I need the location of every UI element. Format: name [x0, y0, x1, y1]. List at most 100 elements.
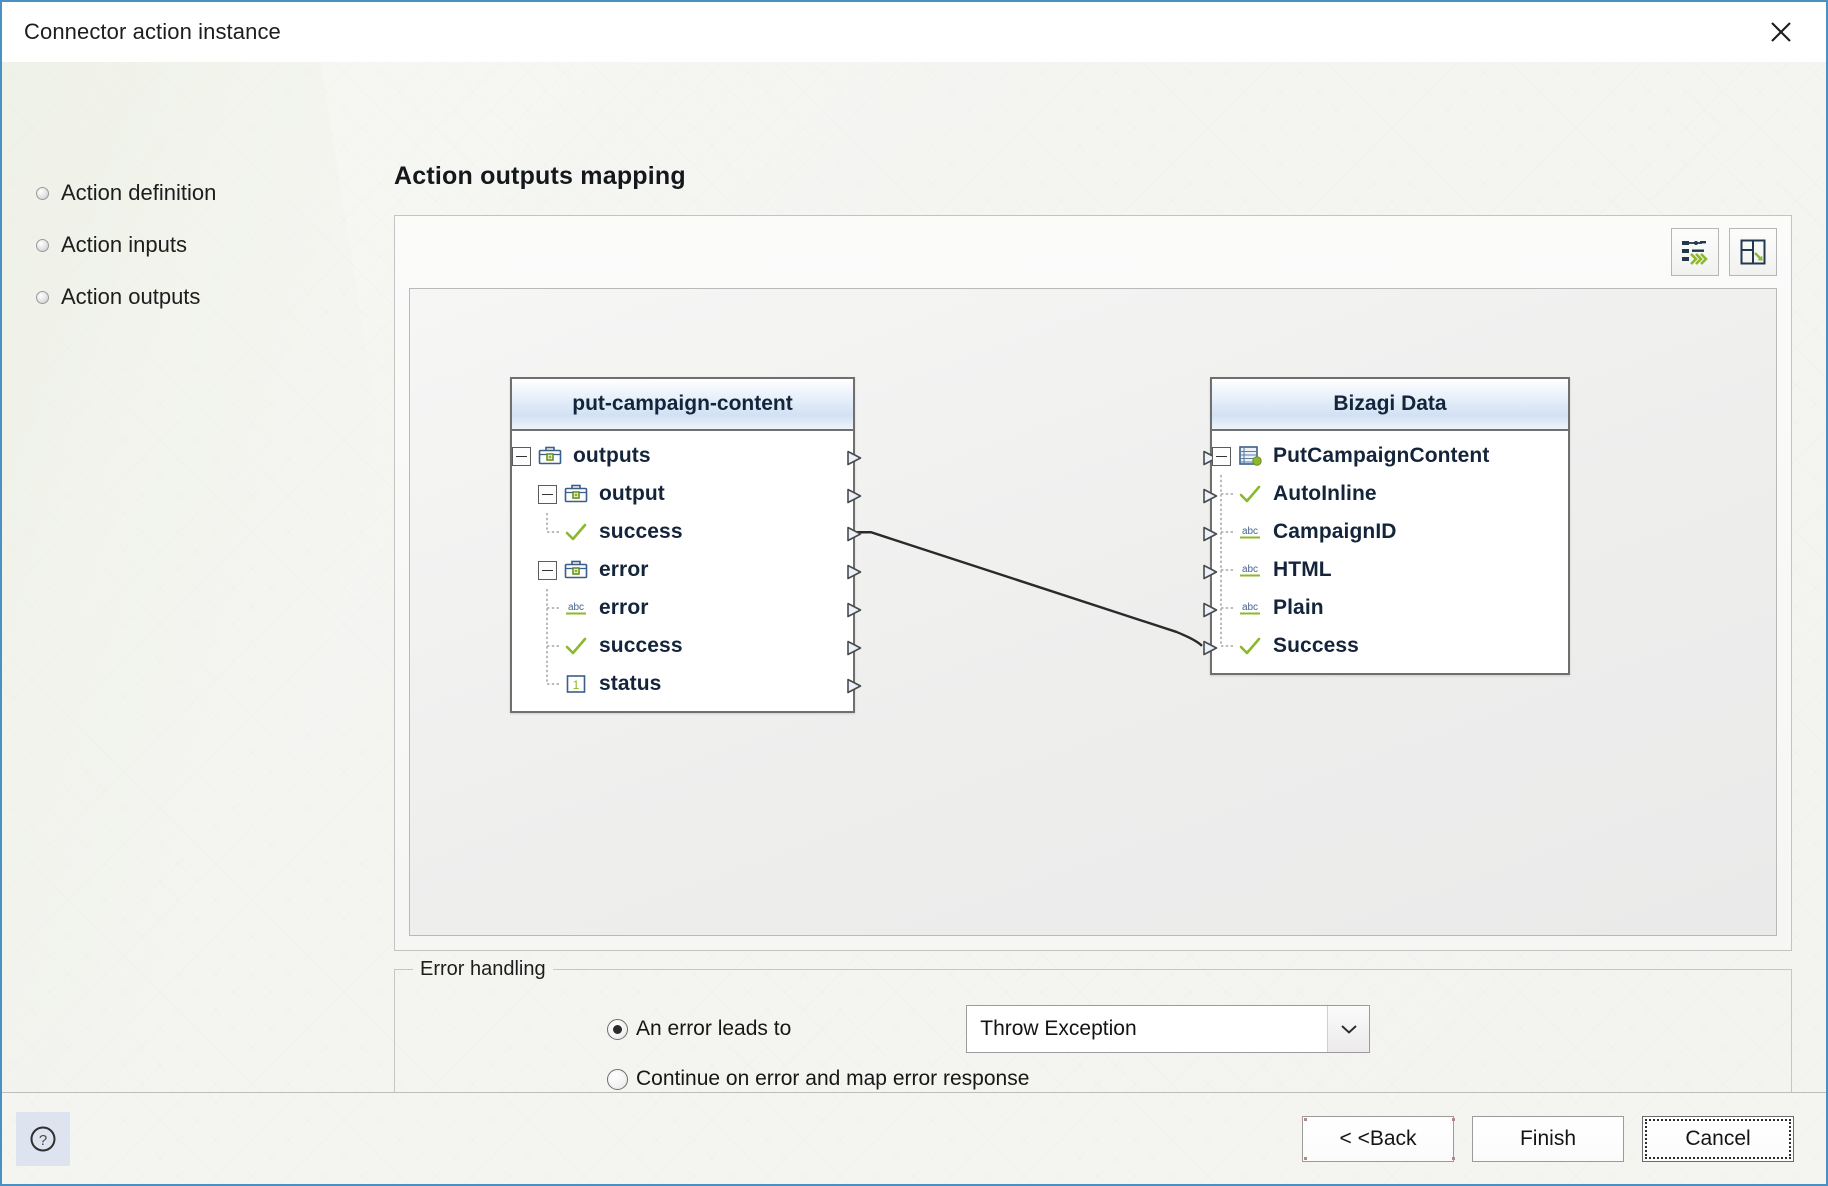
abc-icon: abc — [564, 597, 588, 619]
tree-expander-collapse-icon[interactable] — [538, 560, 557, 580]
tree-row[interactable]: abc CampaignID — [1203, 513, 1568, 551]
sidebar-item-label: Action outputs — [61, 284, 201, 309]
tree-indent — [1212, 589, 1238, 627]
window-title: Connector action instance — [24, 19, 281, 44]
back-button[interactable]: < <Back — [1302, 1115, 1454, 1162]
error-handling-group: Error handling An error leads to Throw E… — [394, 958, 1792, 1092]
svg-text:?: ? — [39, 1132, 47, 1149]
row-connector-icon[interactable] — [846, 448, 863, 466]
source-entity-rows: outputs output success error abc error success… — [512, 431, 862, 711]
tree-row-label: success — [599, 520, 683, 543]
svg-text:1: 1 — [573, 678, 580, 692]
check-icon — [564, 521, 588, 543]
tree-row-label: status — [599, 672, 662, 695]
sidebar-item-action-inputs[interactable]: Action inputs — [36, 219, 394, 271]
radio-error-leads-to-label[interactable]: An error leads to — [636, 1017, 791, 1041]
target-entity-title: Bizagi Data — [1212, 379, 1568, 431]
tree-row[interactable]: success — [512, 513, 862, 551]
tree-row[interactable]: success — [512, 627, 862, 665]
wizard-steps-sidebar: Action definition Action inputs Action o… — [2, 62, 394, 1092]
svg-text:abc: abc — [1242, 564, 1258, 575]
mapper-toolbar — [409, 228, 1777, 276]
svg-text:abc: abc — [1242, 602, 1258, 613]
tree-row-label: output — [599, 482, 665, 505]
tree-row-label: CampaignID — [1273, 520, 1397, 543]
tree-indent — [1212, 551, 1238, 589]
error-action-select-value: Throw Exception — [980, 1017, 1137, 1040]
entity-icon — [1238, 445, 1262, 467]
tree-indent — [538, 513, 564, 551]
page-title: Action outputs mapping — [394, 162, 686, 190]
error-handling-legend: Error handling — [413, 958, 553, 981]
error-action-select[interactable]: Throw Exception — [966, 1005, 1371, 1053]
row-connector-icon[interactable] — [846, 638, 863, 656]
auto-map-icon[interactable] — [1671, 228, 1719, 276]
abc-icon: abc — [1238, 559, 1262, 581]
row-connector-icon[interactable] — [846, 562, 863, 580]
row-connector-icon[interactable] — [846, 600, 863, 618]
tree-indent — [1212, 627, 1238, 665]
footer-button-group: < <Back Finish Cancel — [1302, 1115, 1794, 1162]
sidebar-item-label: Action definition — [61, 180, 217, 205]
tree-row[interactable]: error — [512, 551, 862, 589]
tree-row-label: outputs — [573, 444, 651, 467]
tree-row[interactable]: outputs — [512, 437, 862, 475]
error-leads-to-row: An error leads to Throw Exception — [395, 1004, 1791, 1054]
radio-error-leads-to[interactable] — [607, 1018, 628, 1040]
close-icon[interactable] — [1758, 9, 1804, 55]
bullet-icon — [36, 186, 49, 200]
check-icon — [564, 635, 588, 657]
title-bar: Connector action instance — [2, 2, 1826, 62]
row-connector-icon[interactable] — [846, 486, 863, 504]
tree-row[interactable]: abc error — [512, 589, 862, 627]
tree-indent — [538, 665, 564, 703]
main-panel: Action outputs mapping put-campaign-cont… — [394, 62, 1826, 1092]
tree-row[interactable]: abc HTML — [1203, 551, 1568, 589]
briefcase-icon — [564, 483, 588, 505]
radio-continue-on-error[interactable] — [607, 1068, 628, 1090]
target-entity-panel[interactable]: Bizagi Data PutCampaignContent AutoInline… — [1203, 377, 1570, 675]
help-icon[interactable]: ? — [16, 1111, 70, 1166]
tree-row[interactable]: AutoInline — [1203, 475, 1568, 513]
tree-row-label: Plain — [1273, 596, 1324, 619]
tree-row[interactable]: PutCampaignContent — [1203, 437, 1568, 475]
row-connector-icon[interactable] — [846, 524, 863, 542]
mapping-canvas[interactable]: put-campaign-content outputs output succes… — [409, 288, 1777, 936]
fit-layout-icon[interactable] — [1729, 228, 1777, 276]
tree-expander-collapse-icon[interactable] — [538, 484, 557, 504]
tree-expander-collapse-icon[interactable] — [512, 446, 531, 466]
cancel-button[interactable]: Cancel — [1642, 1115, 1794, 1162]
tree-row[interactable]: Success — [1203, 627, 1568, 665]
bullet-icon — [36, 238, 49, 252]
tree-expander-collapse-icon[interactable] — [1212, 446, 1231, 466]
mapping-link — [853, 531, 1203, 647]
sidebar-item-action-outputs[interactable]: Action outputs — [36, 271, 394, 323]
tree-indent — [1212, 513, 1238, 551]
target-entity-rows: PutCampaignContent AutoInline abc CampaignI… — [1203, 431, 1568, 673]
abc-icon: abc — [1238, 597, 1262, 619]
bullet-icon — [36, 290, 49, 304]
tree-row-label: success — [599, 634, 683, 657]
chevron-down-icon[interactable] — [1327, 1006, 1370, 1052]
mapper-frame: put-campaign-content outputs output succes… — [394, 215, 1792, 951]
sidebar-item-action-definition[interactable]: Action definition — [36, 167, 394, 219]
row-connector-icon[interactable] — [846, 676, 863, 694]
source-entity-panel[interactable]: put-campaign-content outputs output succes… — [510, 377, 862, 713]
check-icon — [1238, 635, 1262, 657]
continue-on-error-row: Continue on error and map error response — [395, 1054, 1791, 1092]
tree-row[interactable]: output — [512, 475, 862, 513]
tree-row[interactable]: abc Plain — [1203, 589, 1568, 627]
finish-button[interactable]: Finish — [1472, 1115, 1624, 1162]
svg-text:abc: abc — [1242, 526, 1258, 537]
dialog-window: Connector action instance Action definit… — [2, 2, 1826, 1184]
tree-indent — [538, 589, 564, 627]
tree-row-label: HTML — [1273, 558, 1332, 581]
check-icon — [1238, 483, 1262, 505]
tree-row[interactable]: 1 status — [512, 665, 862, 703]
radio-continue-on-error-label[interactable]: Continue on error and map error response — [636, 1067, 1029, 1091]
